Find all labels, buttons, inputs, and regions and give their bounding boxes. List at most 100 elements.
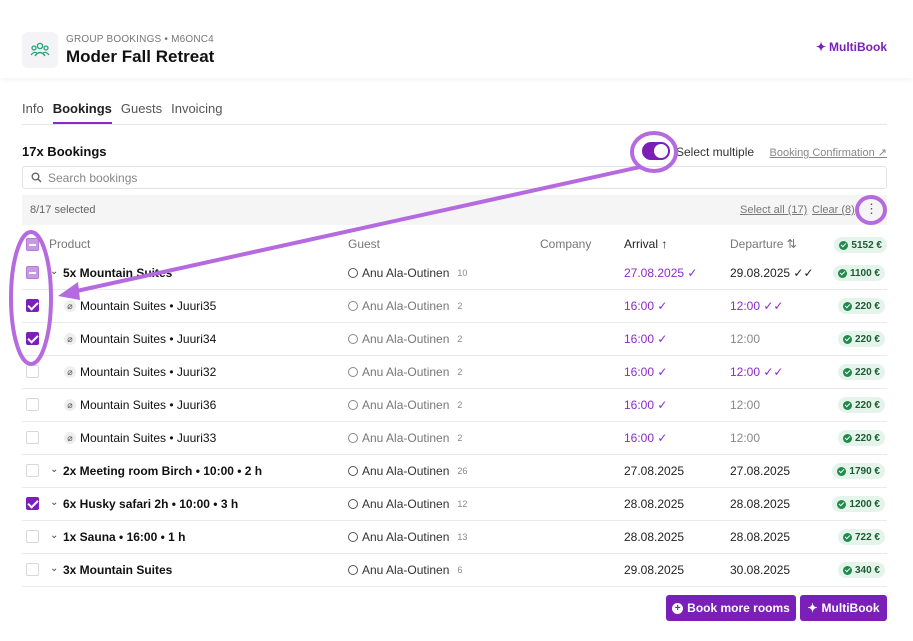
row-checkbox[interactable] bbox=[26, 563, 39, 576]
guest-name: Anu Ala-Outinen bbox=[362, 365, 450, 379]
select-multiple-label: Select multiple bbox=[676, 145, 755, 159]
chevron-down-icon[interactable]: ⌄ bbox=[50, 266, 58, 277]
selection-bar: 8/17 selected Select all (17) Clear (8) … bbox=[22, 195, 887, 225]
clear-selection-link[interactable]: Clear (8) bbox=[812, 204, 855, 216]
pax-count: 6 bbox=[457, 565, 463, 575]
pax-count: 2 bbox=[457, 433, 463, 443]
tab-bookings[interactable]: Bookings bbox=[52, 101, 112, 124]
price-value: 1790 € bbox=[849, 465, 880, 477]
user-icon bbox=[348, 400, 358, 410]
departure-value: 12:00 bbox=[730, 332, 761, 346]
chevron-down-icon[interactable]: ⌄ bbox=[50, 464, 58, 475]
search-input[interactable] bbox=[48, 170, 848, 185]
price-badge: 220 € bbox=[837, 397, 885, 413]
row-checkbox[interactable] bbox=[26, 299, 39, 312]
guest-name: Anu Ala-Outinen bbox=[362, 563, 450, 577]
row-checkbox[interactable] bbox=[26, 266, 39, 279]
book-more-rooms-label: Book more rooms bbox=[687, 601, 790, 615]
guest-cell: Anu Ala-Outinen 2 bbox=[348, 299, 462, 313]
bookings-count: 17x Bookings bbox=[22, 144, 107, 159]
product-name: 5x Mountain Suites bbox=[63, 266, 173, 280]
arrival-value: 27.08.2025 bbox=[624, 464, 685, 478]
chevron-down-icon[interactable]: ⌄ bbox=[50, 530, 58, 541]
tab-info[interactable]: Info bbox=[22, 101, 44, 124]
chevron-down-icon[interactable]: ⌄ bbox=[50, 497, 58, 508]
user-icon bbox=[348, 334, 358, 344]
more-options-icon[interactable]: ⋮ bbox=[865, 201, 878, 219]
select-all-link[interactable]: Select all (17) bbox=[740, 204, 807, 216]
row-checkbox[interactable] bbox=[26, 365, 39, 378]
book-more-rooms-button[interactable]: + Book more rooms bbox=[666, 595, 796, 621]
check-circle-icon bbox=[837, 466, 847, 476]
pax-count: 13 bbox=[457, 532, 468, 542]
pax-count: 2 bbox=[457, 334, 463, 344]
guest-cell: Anu Ala-Outinen 12 bbox=[348, 497, 467, 511]
price-badge: 1200 € bbox=[832, 496, 885, 512]
row-checkbox[interactable] bbox=[26, 332, 39, 345]
product-name: 6x Husky safari 2h • 10:00 • 3 h bbox=[63, 497, 239, 511]
arrival-value: 28.08.2025 bbox=[624, 530, 685, 544]
select-multiple-toggle[interactable] bbox=[642, 142, 670, 160]
guest-name: Anu Ala-Outinen bbox=[362, 299, 450, 313]
table-row[interactable]: ⌄ 6x Husky safari 2h • 10:00 • 3 h Anu A… bbox=[22, 488, 887, 521]
arrival-value: 29.08.2025 bbox=[624, 563, 685, 577]
table-row[interactable]: ⌀ Mountain Suites • Juuri36 Anu Ala-Outi… bbox=[22, 389, 887, 422]
col-departure[interactable]: Departure ⇅ bbox=[730, 237, 797, 251]
table-row[interactable]: ⌀ Mountain Suites • Juuri35 Anu Ala-Outi… bbox=[22, 290, 887, 323]
pax-count: 10 bbox=[457, 268, 468, 278]
product-name: Mountain Suites • Juuri36 bbox=[80, 398, 217, 412]
multibook-button[interactable]: ✦ MultiBook bbox=[800, 595, 887, 621]
guest-name: Anu Ala-Outinen bbox=[362, 464, 450, 478]
row-checkbox[interactable] bbox=[26, 530, 39, 543]
col-arrival[interactable]: Arrival ↑ bbox=[624, 237, 667, 251]
select-all-checkbox[interactable] bbox=[26, 238, 39, 251]
product-name: 2x Meeting room Birch • 10:00 • 2 h bbox=[63, 464, 263, 478]
pax-count: 2 bbox=[457, 301, 463, 311]
multibook-link[interactable]: ✦ MultiBook bbox=[816, 40, 887, 54]
price-badge: 220 € bbox=[837, 331, 885, 347]
guest-cell: Anu Ala-Outinen 2 bbox=[348, 431, 462, 445]
total-price: 5152 € bbox=[851, 239, 882, 251]
guest-cell: Anu Ala-Outinen 2 bbox=[348, 332, 462, 346]
guest-name: Anu Ala-Outinen bbox=[362, 398, 450, 412]
price-value: 1100 € bbox=[849, 267, 880, 279]
check-circle-icon bbox=[842, 334, 852, 344]
chevron-down-icon[interactable]: ⌄ bbox=[50, 563, 58, 574]
check-circle-icon bbox=[842, 532, 852, 542]
page-title: Moder Fall Retreat bbox=[66, 47, 215, 66]
table-row[interactable]: ⌀ Mountain Suites • Juuri33 Anu Ala-Outi… bbox=[22, 422, 887, 455]
row-checkbox[interactable] bbox=[26, 497, 39, 510]
tabs-divider bbox=[22, 124, 887, 125]
table-row[interactable]: ⌄ 3x Mountain Suites Anu Ala-Outinen 6 29… bbox=[22, 554, 887, 587]
table-row[interactable]: ⌀ Mountain Suites • Juuri34 Anu Ala-Outi… bbox=[22, 323, 887, 356]
table-row[interactable]: ⌄ 5x Mountain Suites Anu Ala-Outinen 10 2… bbox=[22, 257, 887, 290]
row-checkbox[interactable] bbox=[26, 464, 39, 477]
departure-value: 12:00 bbox=[730, 431, 761, 445]
col-product[interactable]: Product bbox=[49, 237, 90, 251]
user-icon bbox=[348, 433, 358, 443]
arrival-value: 16:00 ✓ bbox=[624, 332, 668, 346]
table-row[interactable]: ⌄ 1x Sauna • 16:00 • 1 h Anu Ala-Outinen… bbox=[22, 521, 887, 554]
departure-value: 28.08.2025 bbox=[730, 530, 791, 544]
guest-name: Anu Ala-Outinen bbox=[362, 431, 450, 445]
link-icon: ⌀ bbox=[64, 366, 76, 378]
table-row[interactable]: ⌀ Mountain Suites • Juuri32 Anu Ala-Outi… bbox=[22, 356, 887, 389]
product-name: Mountain Suites • Juuri34 bbox=[80, 332, 217, 346]
booking-confirmation-link[interactable]: Booking Confirmation ↗ bbox=[770, 146, 887, 159]
guest-cell: Anu Ala-Outinen 2 bbox=[348, 398, 462, 412]
product-name: 3x Mountain Suites bbox=[63, 563, 173, 577]
tab-guests[interactable]: Guests bbox=[121, 101, 162, 124]
guest-name: Anu Ala-Outinen bbox=[362, 497, 450, 511]
check-circle-icon bbox=[837, 268, 847, 278]
table-row[interactable]: ⌄ 2x Meeting room Birch • 10:00 • 2 h An… bbox=[22, 455, 887, 488]
row-checkbox[interactable] bbox=[26, 431, 39, 444]
pax-count: 2 bbox=[457, 367, 463, 377]
col-guest[interactable]: Guest bbox=[348, 237, 380, 251]
booking-group-code: GROUP BOOKINGS • M6ONC4 bbox=[66, 34, 214, 45]
tab-invoicing[interactable]: Invoicing bbox=[171, 101, 222, 124]
check-circle-icon bbox=[839, 240, 849, 250]
link-icon: ⌀ bbox=[64, 399, 76, 411]
row-checkbox[interactable] bbox=[26, 398, 39, 411]
col-company[interactable]: Company bbox=[540, 237, 591, 251]
product-name: Mountain Suites • Juuri35 bbox=[80, 299, 217, 313]
